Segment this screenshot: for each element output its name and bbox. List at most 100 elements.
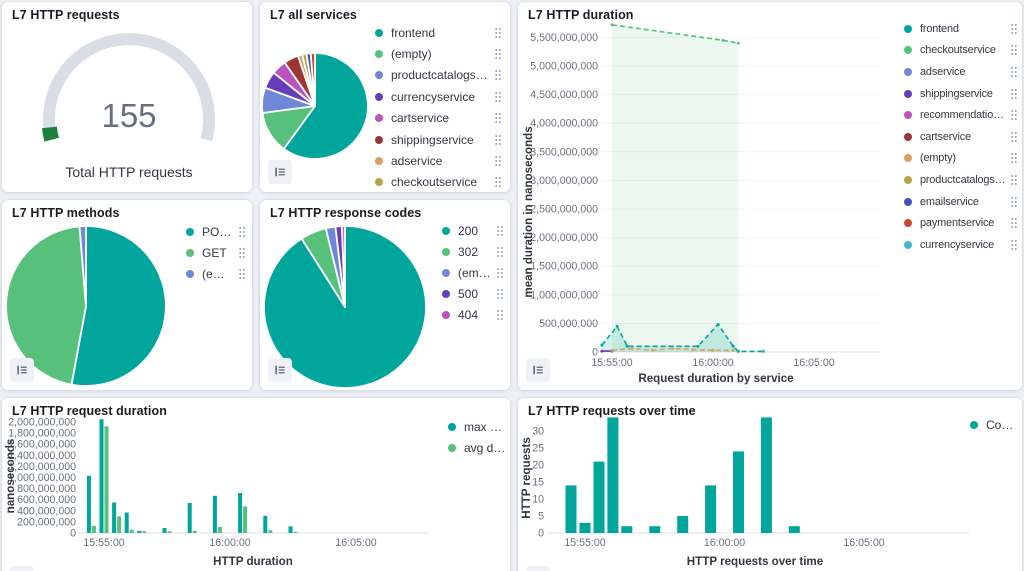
legend-item[interactable]: 200 bbox=[442, 220, 504, 241]
legend-label[interactable]: avg duration bbox=[464, 441, 506, 455]
legend-item[interactable]: checkoutservice bbox=[904, 40, 1018, 62]
legend-actions-button[interactable] bbox=[1006, 130, 1018, 144]
legend-item[interactable]: paymentservice bbox=[904, 212, 1018, 234]
legend-actions-button[interactable] bbox=[490, 68, 502, 82]
legend-item[interactable]: checkoutservice bbox=[375, 172, 502, 192]
legend-label[interactable]: emailservice bbox=[920, 196, 979, 208]
legend-item[interactable]: (empty) bbox=[442, 262, 504, 283]
legend-label[interactable]: shippingservice bbox=[391, 133, 474, 147]
legend-item[interactable]: recommendationservice bbox=[904, 104, 1018, 126]
legend-label[interactable]: checkoutservice bbox=[920, 44, 996, 56]
svg-text:800,000,000: 800,000,000 bbox=[17, 483, 76, 495]
legend-item[interactable]: max duration bbox=[448, 416, 506, 437]
legend-item[interactable]: currencyservice bbox=[904, 234, 1018, 256]
legend-actions-button[interactable] bbox=[1006, 43, 1018, 57]
legend-actions-button[interactable] bbox=[490, 47, 502, 61]
legend-toggle-button[interactable] bbox=[268, 358, 292, 382]
legend-toggle-button[interactable] bbox=[268, 160, 292, 184]
legend-label[interactable]: 404 bbox=[458, 308, 478, 322]
legend-label[interactable]: (empty) bbox=[391, 47, 432, 61]
legend-actions-button[interactable] bbox=[234, 225, 246, 239]
legend-actions-button[interactable] bbox=[492, 308, 504, 322]
gauge-chart[interactable]: 155Total HTTP requests bbox=[2, 2, 252, 192]
legend-actions-button[interactable] bbox=[1006, 173, 1018, 187]
legend-label[interactable]: checkoutservice bbox=[391, 175, 477, 189]
legend-toggle-button[interactable] bbox=[526, 358, 550, 382]
legend-actions-button[interactable] bbox=[490, 90, 502, 104]
legend-actions-button[interactable] bbox=[1006, 238, 1018, 252]
legend-item[interactable]: (empty) bbox=[375, 43, 502, 64]
legend-actions-button[interactable] bbox=[1006, 22, 1018, 36]
legend-toggle-button[interactable] bbox=[10, 358, 34, 382]
legend-label[interactable]: POST bbox=[202, 225, 234, 239]
legend-actions-button[interactable] bbox=[1006, 87, 1018, 101]
legend-toggle-button[interactable] bbox=[526, 566, 550, 571]
legend-actions-button[interactable] bbox=[234, 267, 246, 281]
legend-actions-button[interactable] bbox=[1006, 195, 1018, 209]
legend-label[interactable]: (empty) bbox=[458, 266, 492, 280]
legend-label[interactable]: cartservice bbox=[920, 131, 971, 143]
legend-actions-button[interactable] bbox=[1006, 216, 1018, 230]
legend-item[interactable]: cartservice bbox=[904, 126, 1018, 148]
legend-label[interactable]: 302 bbox=[458, 245, 478, 259]
legend-item[interactable]: currencyservice bbox=[375, 86, 502, 107]
legend-actions-button[interactable] bbox=[490, 26, 502, 40]
legend-item[interactable]: (empty) bbox=[904, 148, 1018, 170]
legend-actions-button[interactable] bbox=[1006, 151, 1018, 165]
legend-actions-button[interactable] bbox=[490, 111, 502, 125]
legend-label[interactable]: frontend bbox=[920, 23, 959, 35]
legend-label[interactable]: productcatalogservice bbox=[391, 68, 490, 82]
legend-actions-button[interactable] bbox=[490, 133, 502, 147]
legend-item[interactable]: 404 bbox=[442, 304, 504, 325]
legend-item[interactable]: 500 bbox=[442, 283, 504, 304]
legend-actions-button[interactable] bbox=[492, 245, 504, 259]
legend-item[interactable]: frontend bbox=[375, 22, 502, 43]
legend-item[interactable]: adservice bbox=[375, 150, 502, 171]
legend-dot bbox=[904, 176, 912, 184]
legend-label[interactable]: max duration bbox=[464, 420, 506, 434]
legend-item[interactable]: (empty) bbox=[186, 263, 246, 284]
legend-actions-button[interactable] bbox=[490, 175, 502, 189]
legend-item[interactable]: GET bbox=[186, 242, 246, 263]
legend-item[interactable]: POST bbox=[186, 221, 246, 242]
legend-label[interactable]: productcatalogservice bbox=[920, 174, 1006, 186]
legend-label[interactable]: currencyservice bbox=[391, 90, 475, 104]
legend-item[interactable]: adservice bbox=[904, 61, 1018, 83]
legend-label[interactable]: paymentservice bbox=[920, 217, 994, 229]
legend-item[interactable]: avg duration bbox=[448, 437, 506, 458]
legend-label[interactable]: cartservice bbox=[391, 111, 449, 125]
legend-actions-button[interactable] bbox=[234, 246, 246, 260]
legend-label[interactable]: adservice bbox=[920, 66, 965, 78]
legend-actions-button[interactable] bbox=[1006, 65, 1018, 79]
legend-label[interactable]: currencyservice bbox=[920, 239, 994, 251]
svg-text:0: 0 bbox=[538, 528, 544, 540]
legend-item[interactable]: shippingservice bbox=[375, 129, 502, 150]
legend-label[interactable]: GET bbox=[202, 246, 227, 260]
legend-item[interactable]: productcatalogservice bbox=[375, 65, 502, 86]
legend-label[interactable]: (empty) bbox=[920, 152, 956, 164]
legend-item[interactable]: frontend bbox=[904, 18, 1018, 40]
legend-item[interactable]: emailservice bbox=[904, 191, 1018, 213]
legend-label[interactable]: 200 bbox=[458, 224, 478, 238]
legend-actions-button[interactable] bbox=[492, 287, 504, 301]
legend-actions-button[interactable] bbox=[492, 224, 504, 238]
legend-label[interactable]: shippingservice bbox=[920, 88, 993, 100]
legend-item[interactable]: cartservice bbox=[375, 108, 502, 129]
request-duration-bar-chart[interactable]: 0200,000,000400,000,000600,000,000800,00… bbox=[2, 398, 510, 571]
legend-actions-button[interactable] bbox=[490, 154, 502, 168]
svg-text:1,000,000,000: 1,000,000,000 bbox=[8, 472, 76, 484]
legend-item[interactable]: 302 bbox=[442, 241, 504, 262]
legend-item[interactable]: shippingservice bbox=[904, 83, 1018, 105]
legend-item[interactable]: productcatalogservice bbox=[904, 169, 1018, 191]
legend-label[interactable]: frontend bbox=[391, 26, 435, 40]
legend-label[interactable]: adservice bbox=[391, 154, 442, 168]
requests-over-time-bar-chart[interactable]: 05101520253015:55:0016:00:0016:05:00HTTP… bbox=[518, 398, 1022, 571]
legend-toggle-button[interactable] bbox=[10, 566, 34, 571]
legend-label[interactable]: recommendationservice bbox=[920, 109, 1006, 121]
legend-actions-button[interactable] bbox=[492, 266, 504, 280]
legend-item[interactable]: Count bbox=[970, 414, 1018, 435]
legend-label[interactable]: Count bbox=[986, 418, 1018, 432]
legend-label[interactable]: 500 bbox=[458, 287, 478, 301]
legend-actions-button[interactable] bbox=[1006, 108, 1018, 122]
legend-label[interactable]: (empty) bbox=[202, 267, 234, 281]
